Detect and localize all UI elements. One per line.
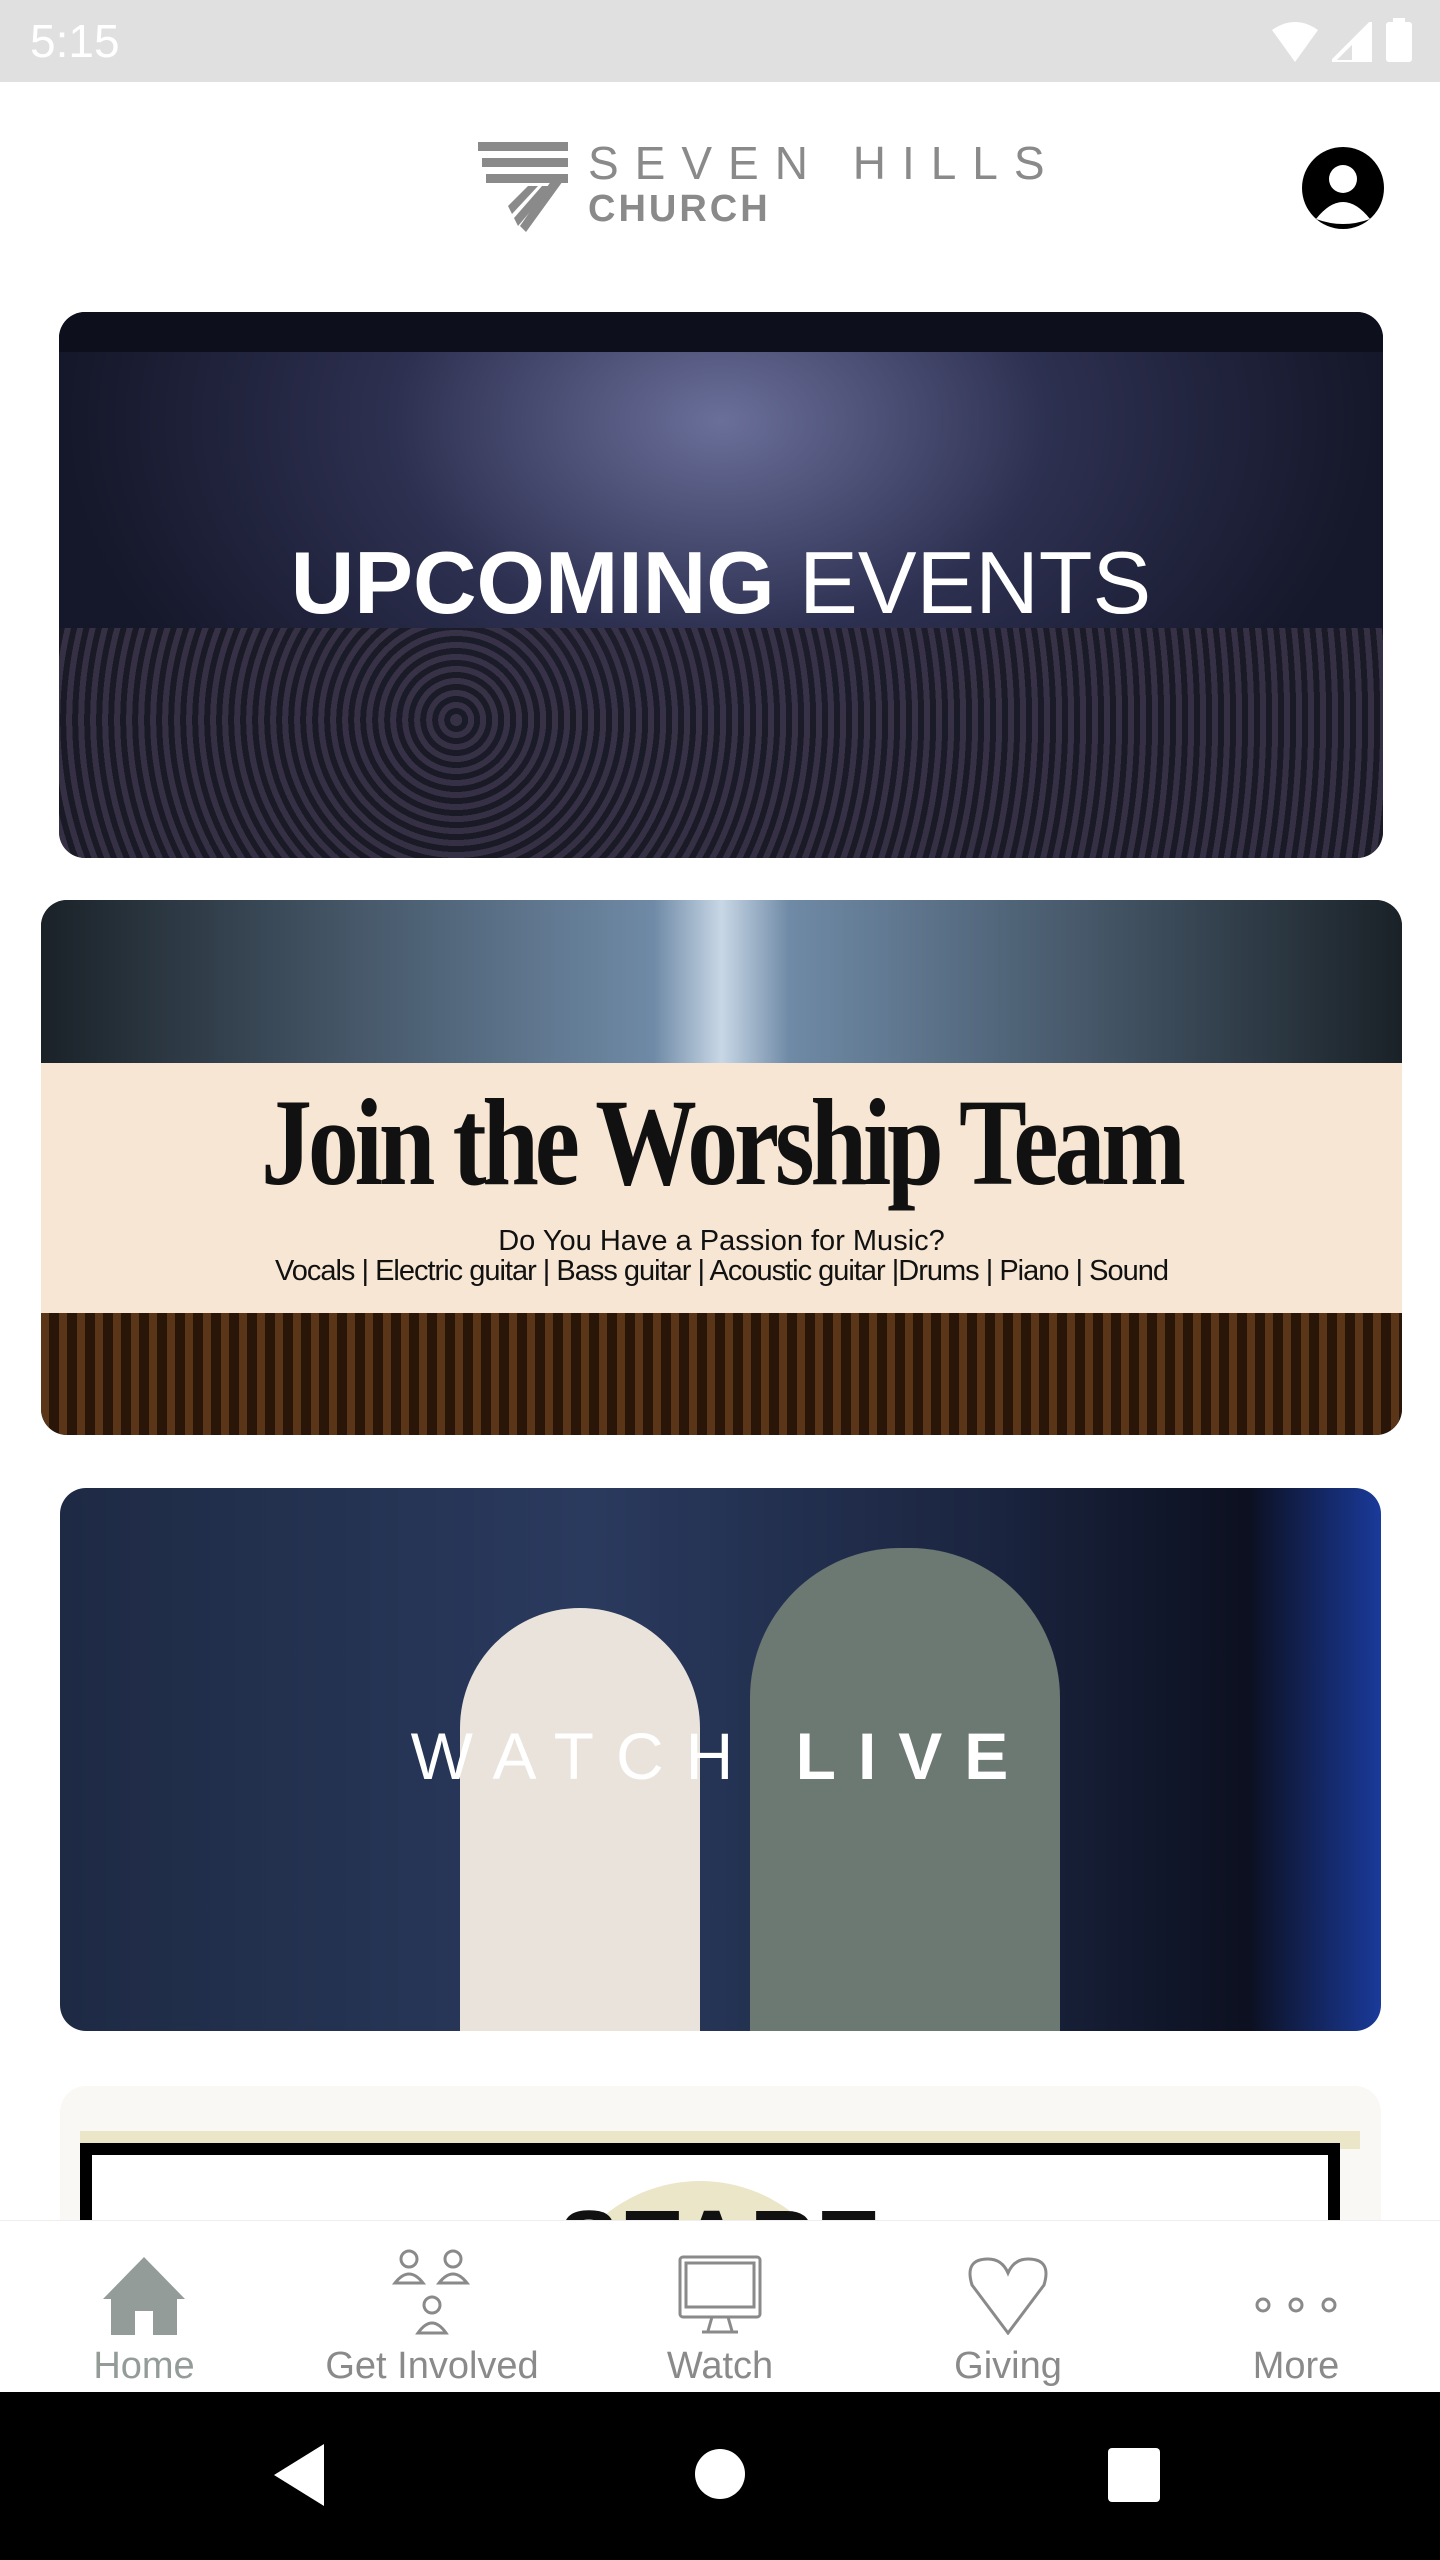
app-header: SEVEN HILLS CHURCH bbox=[0, 82, 1440, 302]
card-subtitle: Do You Have a Passion for Music? bbox=[498, 1225, 945, 1257]
nav-get-involved[interactable]: Get Involved bbox=[288, 2221, 576, 2392]
home-circle-icon[interactable] bbox=[694, 2448, 746, 2500]
upcoming-events-card[interactable]: UPCOMING EVENTS bbox=[59, 312, 1383, 858]
card-title: WATCH LIVE bbox=[410, 1719, 1031, 1793]
logo-line1: SEVEN HILLS bbox=[588, 137, 1061, 189]
watch-live-card[interactable]: WATCH LIVE bbox=[60, 1488, 1381, 2031]
more-icon bbox=[1255, 2297, 1337, 2313]
logo-mark-icon bbox=[478, 142, 568, 232]
signal-icon bbox=[1332, 22, 1372, 62]
status-time: 5:15 bbox=[30, 15, 120, 67]
card-title: Join the Worship Team bbox=[261, 1074, 1186, 1211]
monitor-icon bbox=[678, 2255, 762, 2334]
nav-watch[interactable]: Watch bbox=[576, 2221, 864, 2392]
home-icon bbox=[103, 2257, 185, 2335]
people-icon bbox=[391, 2249, 471, 2335]
back-icon[interactable] bbox=[274, 2444, 326, 2506]
profile-button[interactable] bbox=[1302, 147, 1384, 229]
nav-giving[interactable]: Giving bbox=[864, 2221, 1152, 2392]
user-icon bbox=[1316, 165, 1370, 224]
church-logo[interactable]: SEVEN HILLS CHURCH bbox=[478, 134, 1061, 234]
system-nav-bar bbox=[0, 2392, 1440, 2560]
logo-line2: CHURCH bbox=[588, 188, 771, 230]
status-bar: 5:15 bbox=[0, 0, 1440, 82]
bottom-nav: Home Get Involved Watch Giving More bbox=[0, 2220, 1440, 2392]
recents-icon[interactable] bbox=[1108, 2448, 1160, 2502]
card-roles: Vocals | Electric guitar | Bass guitar |… bbox=[274, 1255, 1169, 1287]
wifi-icon bbox=[1272, 22, 1318, 62]
nav-home[interactable]: Home bbox=[0, 2221, 288, 2392]
card-title: UPCOMING EVENTS bbox=[290, 533, 1152, 632]
nav-more[interactable]: More bbox=[1152, 2221, 1440, 2392]
worship-team-card[interactable]: Join the Worship Team Do You Have a Pass… bbox=[41, 900, 1402, 1435]
heart-icon bbox=[968, 2257, 1048, 2335]
battery-icon bbox=[1386, 18, 1412, 62]
